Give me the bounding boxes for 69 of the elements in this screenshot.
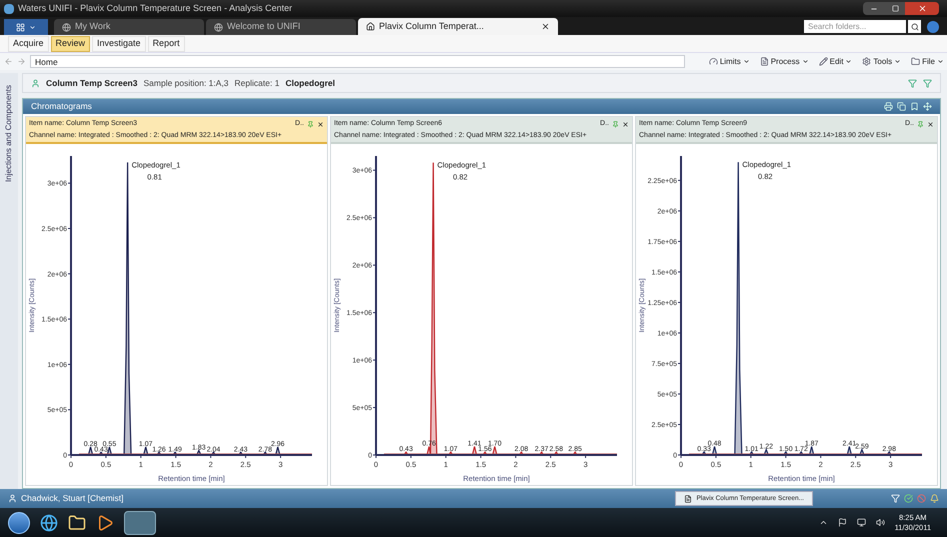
filter-icon[interactable] xyxy=(908,78,917,88)
menu-tab[interactable]: Acquire xyxy=(8,36,49,52)
window-title: Waters UNIFI - Plavix Column Temperature Screen - Analysis Center xyxy=(18,2,292,15)
close-icon[interactable] xyxy=(622,120,629,128)
play-icon[interactable] xyxy=(96,514,114,532)
caret-icon xyxy=(937,58,944,65)
close-icon[interactable] xyxy=(927,120,934,128)
toolbar-menu-button[interactable]: Limits xyxy=(706,56,753,68)
start-button[interactable] xyxy=(8,512,30,534)
chevron-up-icon[interactable] xyxy=(818,518,828,527)
filter-icon[interactable] xyxy=(923,78,932,88)
sample-position: Sample position: 1:A,3 xyxy=(143,76,229,90)
caret-icon xyxy=(802,58,809,65)
person-icon xyxy=(8,494,17,503)
menu-tab[interactable]: Investigate xyxy=(92,36,146,52)
app-taskbar-icon[interactable] xyxy=(124,510,156,534)
close-icon[interactable] xyxy=(541,22,550,31)
search-field[interactable]: Search folders... xyxy=(804,20,906,33)
caret-icon xyxy=(845,58,852,65)
search-button[interactable] xyxy=(908,20,921,33)
speaker-icon[interactable] xyxy=(876,518,885,527)
menu-tab[interactable]: Report xyxy=(148,36,185,52)
folder-icon[interactable] xyxy=(68,514,86,532)
app-menu-button[interactable] xyxy=(4,19,48,35)
globe-icon xyxy=(62,22,71,32)
flag-icon[interactable] xyxy=(838,518,847,527)
component-name: Clopedogrel xyxy=(285,76,336,90)
gear-icon xyxy=(862,57,872,66)
globe-icon xyxy=(214,22,223,32)
app-icon xyxy=(4,4,14,14)
document-tab[interactable]: Welcome to UNIFI xyxy=(206,19,356,35)
pencil-icon xyxy=(818,57,828,66)
panel-title: Chromatograms xyxy=(31,100,92,113)
bell-icon[interactable] xyxy=(930,494,939,503)
user-name: Chadwick, Stuart [Chemist] xyxy=(21,492,124,505)
close-icon[interactable] xyxy=(317,120,324,128)
close-button[interactable] xyxy=(905,2,939,15)
grid-icon xyxy=(16,22,25,32)
document-icon xyxy=(684,494,692,502)
document-tab[interactable]: My Work xyxy=(54,19,204,35)
globe-icon[interactable] xyxy=(40,514,58,532)
folder-icon xyxy=(911,57,920,66)
toolbar-menu-button[interactable]: File xyxy=(908,56,947,68)
check-icon[interactable] xyxy=(904,494,913,503)
caret-icon xyxy=(894,58,902,65)
home-icon xyxy=(366,22,375,31)
maximize-button[interactable] xyxy=(885,2,905,15)
bookmark-icon[interactable] xyxy=(910,102,919,111)
address-field[interactable]: Home xyxy=(30,55,685,68)
copy-icon[interactable] xyxy=(897,102,906,111)
caret-icon xyxy=(29,24,36,30)
caret-icon xyxy=(742,58,750,65)
person-icon xyxy=(31,78,40,88)
item-name: Column Temp Screen3 xyxy=(46,76,138,90)
toolbar-menu-button[interactable]: Process xyxy=(756,56,812,68)
toolbar-menu-button[interactable]: Tools xyxy=(859,56,904,68)
document-tab[interactable]: Plavix Column Temperat... xyxy=(358,18,558,35)
maximize-icon xyxy=(892,5,898,12)
toolbar-menu-button[interactable]: Edit xyxy=(816,56,856,68)
printer-icon[interactable] xyxy=(884,102,893,111)
replicate: Replicate: 1 xyxy=(234,76,280,90)
gauge-icon xyxy=(708,57,718,66)
document-icon xyxy=(760,57,769,66)
sidebar-label[interactable]: Injections and Components xyxy=(3,85,15,182)
menu-tab[interactable]: Review xyxy=(50,36,90,52)
search-icon xyxy=(910,22,918,30)
move-icon[interactable] xyxy=(923,102,932,111)
monitor-icon[interactable] xyxy=(856,518,866,527)
close-icon xyxy=(918,4,926,13)
